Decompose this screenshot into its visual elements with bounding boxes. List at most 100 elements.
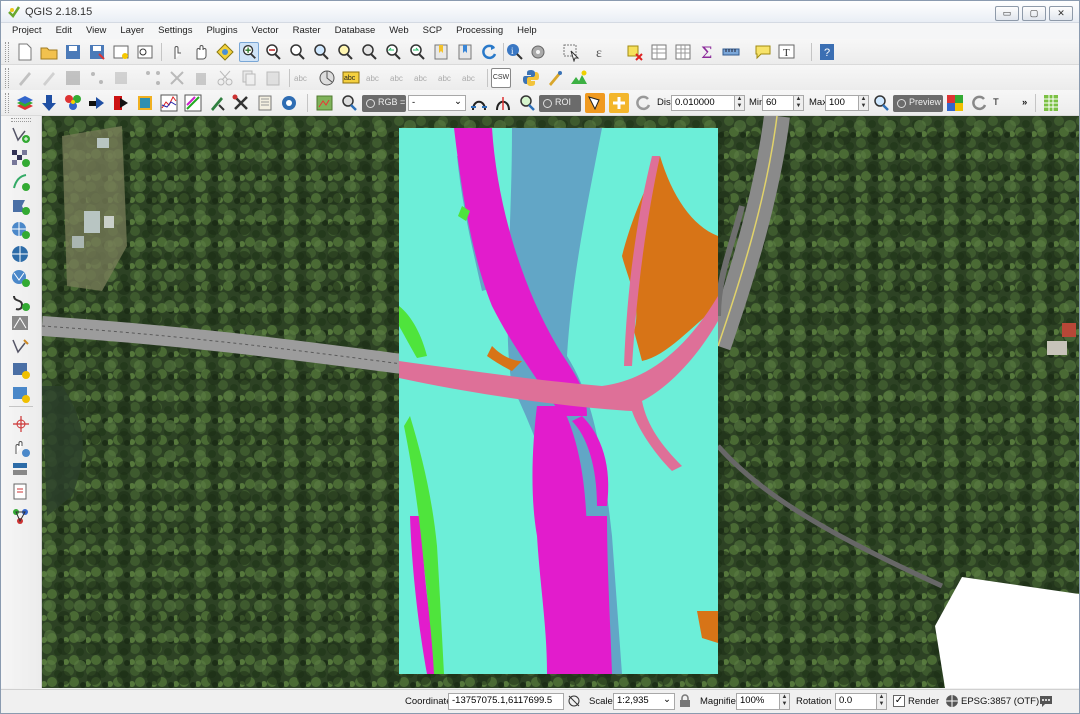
show-hide-labels-icon[interactable]: abc [389, 68, 409, 88]
add-wcs-layer-icon[interactable] [10, 244, 32, 264]
csw-client-button[interactable]: CSW [491, 68, 511, 88]
menu-layer[interactable]: Layer [113, 23, 151, 39]
new-spatialite-layer-icon[interactable] [10, 360, 32, 380]
min-spinner[interactable]: ▲ ▼ [794, 95, 804, 111]
zoom-full-icon[interactable] [311, 42, 331, 62]
georeferencer-icon[interactable] [545, 68, 565, 88]
max-input[interactable]: 100 [825, 95, 859, 111]
coordinate-input[interactable]: -13757075.1,6117699.5 [448, 693, 564, 710]
classification-preview-icon[interactable] [945, 93, 965, 113]
new-bookmark-icon[interactable] [431, 42, 451, 62]
map-tips-icon[interactable] [753, 42, 773, 62]
composer-manager-icon[interactable] [135, 42, 155, 62]
local-cumulative-stretch-icon[interactable] [469, 93, 489, 113]
move-label-icon[interactable]: abc [413, 68, 433, 88]
menu-vector[interactable]: Vector [245, 23, 286, 39]
add-spatialite-layer-icon[interactable] [10, 196, 32, 216]
roi-toggle[interactable]: ROI [539, 95, 581, 112]
menu-help[interactable]: Help [510, 23, 544, 39]
save-layer-edits-icon[interactable] [63, 68, 83, 88]
activate-roi-pointer-icon[interactable] [609, 93, 629, 113]
pin-labels-icon[interactable]: abc [365, 68, 385, 88]
toolbar-grip[interactable] [11, 118, 31, 122]
menu-processing[interactable]: Processing [449, 23, 510, 39]
menu-view[interactable]: View [79, 23, 113, 39]
pan-map-icon[interactable] [191, 42, 211, 62]
postprocessing-icon[interactable] [111, 93, 131, 113]
dist-spinner[interactable]: ▲ ▼ [735, 95, 745, 111]
menu-plugins[interactable]: Plugins [199, 23, 244, 39]
scatter-plot-icon[interactable] [183, 93, 203, 113]
highlight-pinned-labels-icon[interactable]: abc [341, 68, 361, 88]
zoom-to-layer-icon[interactable] [359, 42, 379, 62]
menu-project[interactable]: Project [5, 23, 49, 39]
toggle-extents-icon[interactable] [567, 694, 581, 708]
touch-zoom-pan-icon[interactable] [167, 42, 187, 62]
add-wfs-layer-icon[interactable] [10, 268, 32, 288]
add-vector-layer-icon[interactable] [10, 124, 32, 144]
zoom-native-resolution-icon[interactable] [287, 42, 307, 62]
new-temporary-layer-icon[interactable] [10, 384, 32, 404]
statistical-summary-icon[interactable]: Σ [697, 42, 717, 62]
signature-plot-icon[interactable] [207, 93, 227, 113]
add-oracle-layer-icon[interactable] [10, 314, 32, 334]
new-project-icon[interactable] [15, 42, 35, 62]
rgb-composite-toggle[interactable]: RGB = [362, 95, 406, 112]
scale-combobox[interactable]: 1:2,935 ⌄ [613, 693, 675, 710]
lock-scale-icon[interactable] [679, 694, 691, 708]
refresh-icon[interactable] [479, 42, 499, 62]
add-delimited-text-icon[interactable] [10, 172, 32, 192]
delete-selected-icon[interactable] [167, 68, 187, 88]
band-calc-icon[interactable] [135, 93, 155, 113]
menu-edit[interactable]: Edit [49, 23, 79, 39]
max-spinner[interactable]: ▲ ▼ [859, 95, 869, 111]
local-std-stretch-icon[interactable] [493, 93, 513, 113]
python-console-icon[interactable] [521, 68, 541, 88]
copy-features-icon[interactable] [239, 68, 259, 88]
download-icon[interactable] [39, 93, 59, 113]
rotation-spinner[interactable]: ▲ ▼ [877, 693, 887, 710]
menu-database[interactable]: Database [328, 23, 383, 39]
maximize-button[interactable]: ▢ [1022, 6, 1046, 21]
trash-icon[interactable] [191, 68, 211, 88]
open-project-icon[interactable] [39, 42, 59, 62]
band-set-icon[interactable] [63, 93, 83, 113]
zoom-next-icon[interactable] [407, 42, 427, 62]
current-edits-icon[interactable] [15, 68, 35, 88]
user-manual-icon[interactable] [255, 93, 275, 113]
preprocessing-icon[interactable] [87, 93, 107, 113]
rotate-label-icon[interactable]: abc [437, 68, 457, 88]
zoom-out-icon[interactable] [263, 42, 283, 62]
run-feature-action-icon[interactable] [529, 42, 549, 62]
show-bookmarks-icon[interactable] [455, 42, 475, 62]
close-button[interactable]: ✕ [1049, 6, 1073, 21]
rotation-input[interactable]: 0.0 [835, 693, 877, 710]
zoom-last-icon[interactable] [383, 42, 403, 62]
menu-scp[interactable]: SCP [416, 23, 450, 39]
toolbar-overflow-button[interactable]: » [1022, 97, 1027, 108]
zoom-in-icon[interactable] [239, 42, 259, 62]
zoom-to-roi-icon[interactable] [517, 93, 537, 113]
new-shapefile-icon[interactable] [10, 336, 32, 356]
open-attribute-table-icon[interactable] [649, 42, 669, 62]
minimize-button[interactable]: ▭ [995, 6, 1019, 21]
redo-preview-icon[interactable] [969, 93, 989, 113]
add-db2-layer-icon[interactable] [10, 506, 32, 526]
messages-icon[interactable] [1039, 694, 1053, 708]
map-canvas[interactable] [42, 116, 1079, 688]
cut-features-icon[interactable] [215, 68, 235, 88]
add-feature-icon[interactable] [87, 68, 107, 88]
rgb-band-select[interactable]: - ⌄ [408, 95, 466, 111]
zoom-to-selection-icon[interactable] [335, 42, 355, 62]
create-roi-polygon-icon[interactable] [585, 93, 605, 113]
crs-globe-icon[interactable] [945, 694, 959, 708]
coordinate-capture-icon[interactable] [10, 414, 32, 434]
tools-icon[interactable] [231, 93, 251, 113]
terrain-profile-icon[interactable] [569, 68, 589, 88]
add-mssql-layer-icon[interactable] [10, 460, 32, 480]
spectral-plot-icon[interactable] [159, 93, 179, 113]
pan-to-selection-icon[interactable] [215, 42, 235, 62]
save-as-icon[interactable] [87, 42, 107, 62]
add-wms-layer-icon[interactable] [10, 220, 32, 240]
add-virtual-layer-icon[interactable] [10, 292, 32, 312]
